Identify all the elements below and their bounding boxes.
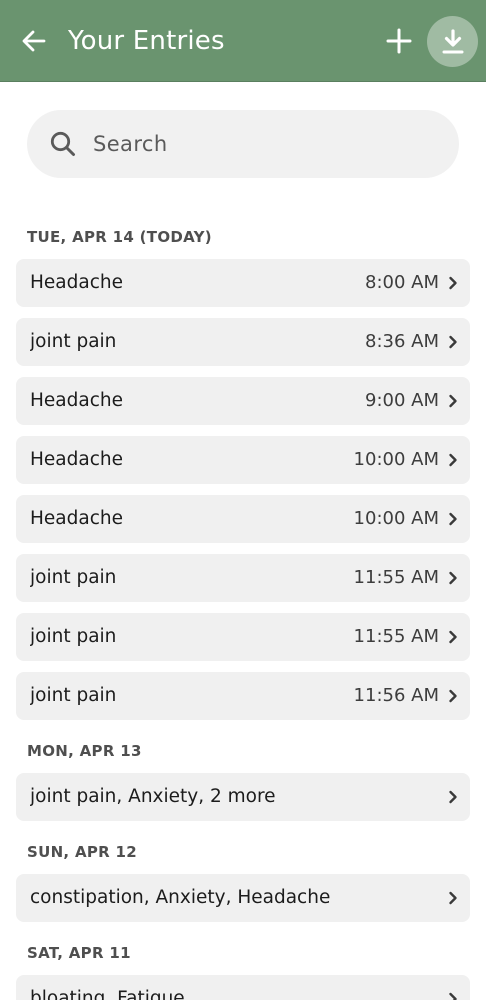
date-header: SUN, APR 12 (27, 843, 138, 861)
entry-group: SUN, APR 12 constipation, Anxiety, Headac… (0, 841, 486, 922)
entry-label: constipation, Anxiety, Headache (30, 887, 331, 908)
entry-time: 11:55 AM (353, 626, 439, 647)
arrow-left-icon (22, 30, 46, 52)
entry-label: Headache (30, 508, 123, 529)
entry-time: 8:00 AM (365, 272, 439, 293)
download-icon (442, 28, 463, 53)
entry-time: 9:00 AM (365, 390, 439, 411)
chevron-right-icon (449, 790, 457, 804)
date-header: SAT, APR 11 (27, 944, 131, 962)
entry-group: MON, APR 13 joint pain, Anxiety, 2 more (0, 740, 486, 821)
entry-label: Headache (30, 272, 123, 293)
chevron-right-icon (449, 394, 457, 408)
chevron-right-icon (449, 512, 457, 526)
chevron-right-icon (449, 453, 457, 467)
back-button[interactable] (14, 21, 54, 61)
entry-row[interactable]: joint pain 11:55 AM (16, 613, 470, 661)
entry-label: Headache (30, 449, 123, 470)
chevron-right-icon (449, 335, 457, 349)
search-bar[interactable] (27, 110, 459, 178)
chevron-right-icon (449, 276, 457, 290)
entry-row[interactable]: joint pain 11:55 AM (16, 554, 470, 602)
entry-time: 11:55 AM (353, 567, 439, 588)
entry-row[interactable]: Headache 10:00 AM (16, 495, 470, 543)
chevron-right-icon (449, 630, 457, 644)
entry-label: joint pain (30, 685, 117, 706)
entry-row[interactable]: bloating, Fatigue (16, 975, 470, 1000)
app-header: Your Entries (0, 0, 486, 82)
entries-screen: Your Entries TUE, APR 14 (TODAY) Headache… (0, 0, 486, 1000)
date-header: MON, APR 13 (27, 742, 142, 760)
entry-label: joint pain, Anxiety, 2 more (30, 786, 276, 807)
date-header: TUE, APR 14 (TODAY) (27, 228, 212, 246)
entry-row[interactable]: Headache 8:00 AM (16, 259, 470, 307)
entry-time: 11:56 AM (353, 685, 439, 706)
entry-row[interactable]: constipation, Anxiety, Headache (16, 874, 470, 922)
chevron-right-icon (449, 689, 457, 703)
entry-label: joint pain (30, 567, 117, 588)
chevron-right-icon (449, 571, 457, 585)
entry-row[interactable]: Headache 9:00 AM (16, 377, 470, 425)
entry-row[interactable]: joint pain, Anxiety, 2 more (16, 773, 470, 821)
entry-group: SAT, APR 11 bloating, Fatigue (0, 942, 486, 1000)
entry-row[interactable]: joint pain 11:56 AM (16, 672, 470, 720)
entry-time: 10:00 AM (353, 508, 439, 529)
entry-row[interactable]: joint pain 8:36 AM (16, 318, 470, 366)
search-icon (50, 131, 75, 156)
chevron-right-icon (449, 992, 457, 1000)
search-input[interactable] (93, 124, 433, 164)
entry-time: 10:00 AM (353, 449, 439, 470)
entry-label: joint pain (30, 331, 117, 352)
page-title: Your Entries (68, 26, 225, 56)
chevron-right-icon (449, 891, 457, 905)
entry-label: Headache (30, 390, 123, 411)
entry-time: 8:36 AM (365, 331, 439, 352)
download-button[interactable] (427, 16, 478, 67)
plus-icon (386, 28, 412, 54)
entry-row[interactable]: Headache 10:00 AM (16, 436, 470, 484)
entry-label: joint pain (30, 626, 117, 647)
entry-label: bloating, Fatigue (30, 988, 185, 1000)
entries-list: TUE, APR 14 (TODAY) Headache 8:00 AM joint … (0, 226, 486, 1000)
add-entry-button[interactable] (380, 22, 418, 60)
entry-group: TUE, APR 14 (TODAY) Headache 8:00 AM joint … (0, 226, 486, 720)
